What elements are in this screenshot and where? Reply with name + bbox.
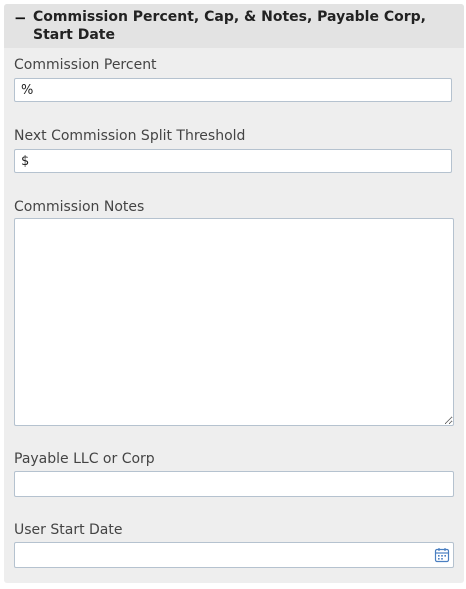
commission-panel: − Commission Percent, Cap, & Notes, Paya… — [4, 4, 464, 583]
start-date-field — [14, 542, 454, 568]
payable-corp-label: Payable LLC or Corp — [14, 451, 155, 467]
split-threshold-input[interactable] — [14, 149, 452, 173]
commission-percent-input[interactable] — [14, 78, 452, 102]
start-date-input[interactable] — [14, 542, 454, 568]
commission-percent-label: Commission Percent — [14, 57, 157, 73]
payable-corp-input[interactable] — [14, 471, 454, 497]
calendar-icon[interactable] — [434, 547, 450, 563]
collapse-toggle[interactable]: − — [14, 8, 28, 28]
start-date-label: User Start Date — [14, 522, 123, 538]
commission-notes-textarea[interactable] — [14, 218, 454, 426]
panel-title: Commission Percent, Cap, & Notes, Payabl… — [33, 9, 426, 43]
split-threshold-label: Next Commission Split Threshold — [14, 128, 246, 144]
panel-header[interactable]: − Commission Percent, Cap, & Notes, Paya… — [4, 4, 464, 48]
commission-notes-label: Commission Notes — [14, 199, 145, 215]
